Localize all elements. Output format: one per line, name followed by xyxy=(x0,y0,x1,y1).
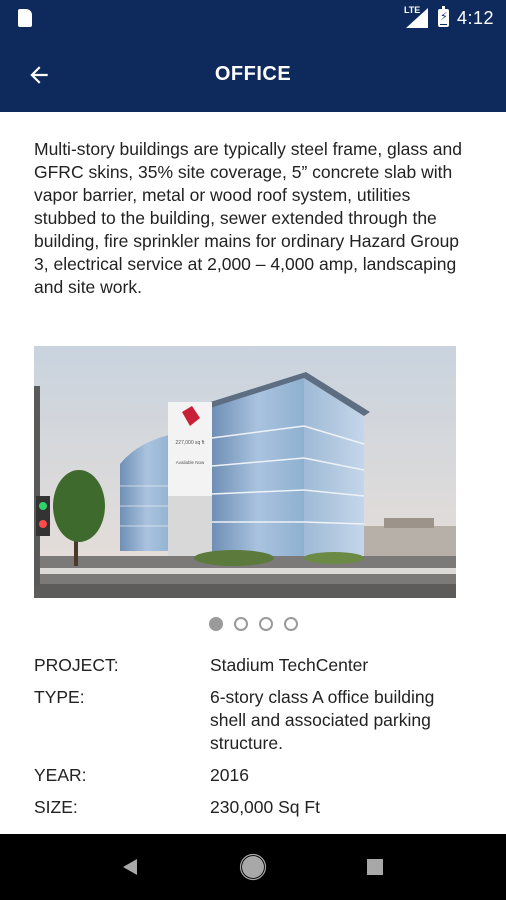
detail-row-size: SIZE: 230,000 Sq Ft xyxy=(34,796,474,819)
type-label: TYPE: xyxy=(34,687,85,707)
sign-text: 227,000 sq ft xyxy=(176,440,206,446)
nav-back-button[interactable] xyxy=(111,847,151,887)
building-photo: 227,000 sq ft Available Now xyxy=(34,346,456,598)
project-details: PROJECT: Stadium TechCenter TYPE: 6-stor… xyxy=(34,654,474,828)
detail-row-type: TYPE: 6-story class A office building sh… xyxy=(34,686,474,755)
year-value: 2016 xyxy=(210,765,249,785)
network-type: LTE xyxy=(403,5,421,15)
project-label: PROJECT: xyxy=(34,655,119,675)
nav-home-button[interactable] xyxy=(233,847,273,887)
clock: 4:12 xyxy=(456,7,494,28)
signal-icon: LTE xyxy=(403,5,430,28)
page-dot-2[interactable] xyxy=(233,617,248,631)
arrow-left-icon xyxy=(30,66,48,84)
nav-home-circle-icon xyxy=(239,853,267,881)
type-value: 6-story class A office building shell an… xyxy=(210,687,435,753)
project-description: Multi-story buildings are typically stee… xyxy=(34,139,462,297)
back-button[interactable] xyxy=(18,54,60,96)
system-nav-bar xyxy=(0,834,506,900)
nav-recents-button[interactable] xyxy=(355,847,395,887)
year-label: YEAR: xyxy=(34,765,87,785)
battery-charging-icon: ⚡ xyxy=(437,6,449,27)
content-area[interactable]: Multi-story buildings are typically stee… xyxy=(0,112,506,834)
gallery-image[interactable]: 227,000 sq ft Available Now xyxy=(34,346,456,598)
size-value: 230,000 Sq Ft xyxy=(210,797,320,817)
sign-sub: Available Now xyxy=(176,460,205,465)
status-bar: LTE ⚡ 4:12 xyxy=(0,0,506,36)
project-value: Stadium TechCenter xyxy=(210,655,369,675)
gallery-pagination xyxy=(0,617,506,633)
detail-row-year: YEAR: 2016 xyxy=(34,764,474,787)
detail-row-project: PROJECT: Stadium TechCenter xyxy=(34,654,474,677)
page-title: OFFICE xyxy=(214,62,292,85)
nav-back-triangle-icon xyxy=(123,859,137,875)
size-label: SIZE: xyxy=(34,797,78,817)
app-bar: OFFICE xyxy=(0,36,506,112)
nav-recents-square-icon xyxy=(367,859,383,875)
page-dot-3[interactable] xyxy=(258,617,273,631)
page-dot-4[interactable] xyxy=(283,617,298,631)
sd-card-icon xyxy=(18,9,32,27)
page-dot-1[interactable] xyxy=(208,617,223,631)
